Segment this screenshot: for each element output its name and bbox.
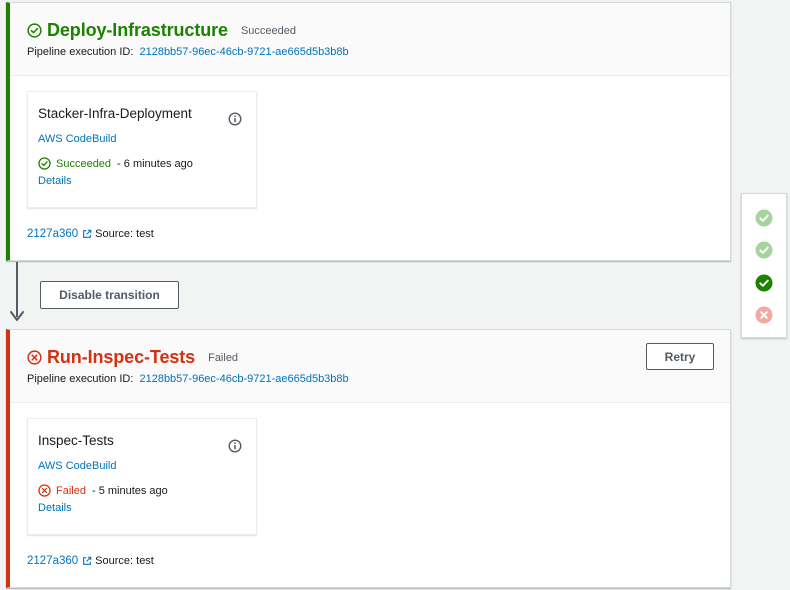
action-name: Inspec-Tests <box>38 433 114 448</box>
pipeline-execution-row: Pipeline execution ID: 2128bb57-96ec-46c… <box>27 46 730 58</box>
action-status-time: - 6 minutes ago <box>117 157 193 170</box>
external-link-icon[interactable] <box>82 229 92 239</box>
revision-row: 2127a360 Source: test <box>27 228 154 240</box>
stage-status: Failed <box>208 351 239 364</box>
info-icon[interactable] <box>228 439 242 453</box>
action-provider-link[interactable]: AWS CodeBuild <box>38 133 256 145</box>
action-provider-link[interactable]: AWS CodeBuild <box>38 460 256 472</box>
pipeline-execution-row: Pipeline execution ID: 2128bb57-96ec-46c… <box>27 373 730 385</box>
pipeline-execution-label: Pipeline execution ID: <box>27 373 134 385</box>
pipeline-execution-id-link[interactable]: 2128bb57-96ec-46cb-9721-ae665d5b3b8b <box>139 373 348 385</box>
history-success-faded-icon[interactable] <box>755 209 773 227</box>
stage-header: Run-Inspec-Tests Failed Pipeline executi… <box>10 330 730 403</box>
details-link[interactable]: Details <box>38 175 256 187</box>
retry-button[interactable]: Retry <box>646 343 714 370</box>
stage-title-row: Deploy-Infrastructure Succeeded <box>27 20 730 41</box>
check-circle-icon <box>27 23 42 38</box>
history-failed-faded-icon[interactable] <box>755 306 773 324</box>
action-status-time: - 5 minutes ago <box>91 484 168 497</box>
info-icon[interactable] <box>228 112 242 126</box>
action-status: Failed - 5 minutes ago <box>38 484 256 497</box>
stage-status: Succeeded <box>240 24 296 37</box>
stage-run-inspec-tests: Run-Inspec-Tests Failed Pipeline executi… <box>6 329 731 588</box>
revision-source: Source: test <box>95 555 154 567</box>
action-card: Stacker-Infra-Deployment AWS CodeBuild S… <box>27 91 257 208</box>
history-success-faded-icon[interactable] <box>755 241 773 259</box>
x-circle-icon <box>38 484 51 497</box>
stage-name: Deploy-Infrastructure <box>47 20 228 40</box>
history-success-icon[interactable] <box>755 274 773 292</box>
x-circle-icon <box>27 350 42 365</box>
stage-name: Run-Inspec-Tests <box>47 347 196 367</box>
external-link-icon[interactable] <box>82 556 92 566</box>
arrow-down-icon <box>10 311 24 321</box>
disable-transition-button[interactable]: Disable transition <box>40 281 179 309</box>
stage-title-row: Run-Inspec-Tests Failed <box>27 347 730 368</box>
revision-id-link[interactable]: 2127a360 <box>27 555 78 567</box>
revision-source: Source: test <box>95 228 154 240</box>
transition-connector <box>16 262 18 317</box>
pipeline-execution-label: Pipeline execution ID: <box>27 46 134 58</box>
revision-id-link[interactable]: 2127a360 <box>27 228 78 240</box>
execution-history-panel <box>741 193 787 338</box>
stage-deploy-infrastructure: Deploy-Infrastructure Succeeded Pipeline… <box>6 2 731 261</box>
action-card: Inspec-Tests AWS CodeBuild Failed - 5 mi… <box>27 418 257 535</box>
check-circle-icon <box>38 157 51 170</box>
action-status-text: Succeeded <box>56 157 112 170</box>
pipeline-execution-id-link[interactable]: 2128bb57-96ec-46cb-9721-ae665d5b3b8b <box>139 46 348 58</box>
details-link[interactable]: Details <box>38 502 256 514</box>
stage-header: Deploy-Infrastructure Succeeded Pipeline… <box>10 3 730 76</box>
action-status: Succeeded - 6 minutes ago <box>38 157 256 170</box>
action-status-text: Failed <box>56 484 86 497</box>
revision-row: 2127a360 Source: test <box>27 555 154 567</box>
action-name: Stacker-Infra-Deployment <box>38 106 192 121</box>
